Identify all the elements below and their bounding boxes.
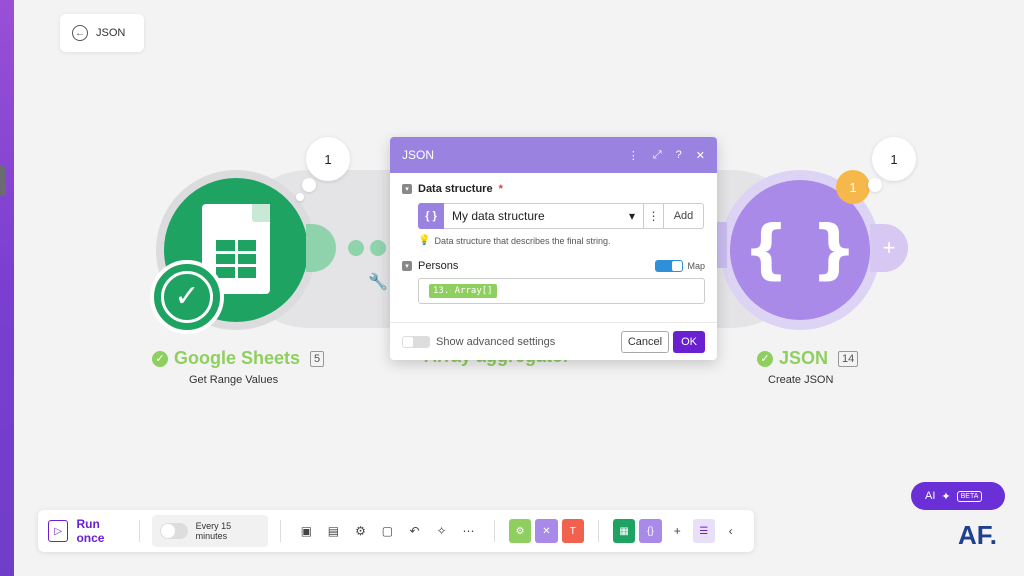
schedule-switch[interactable] [159,523,188,539]
check-circle-icon: ✓ [757,350,773,367]
connector-dot [370,240,386,256]
caret-down-icon: ▾ [628,209,635,223]
json-count: 14 [838,350,859,367]
checklist-icon[interactable]: ☰ [692,519,716,543]
bottom-toolbar: ▷ Run once Every 15 minutes ▣ ▤ ⚙ ▢ ↶ ✧ … [38,510,754,552]
tools-module-icon[interactable]: ⚙ [508,519,532,543]
sheets-title: ✓ Google Sheets 5 [152,348,325,369]
play-icon: ▷ [48,520,69,542]
json-subtitle: Create JSON [768,374,834,386]
data-structure-options-button[interactable]: ⋮ [644,203,664,229]
toolbar-divider [138,520,140,542]
map-toggle[interactable]: Map [655,260,705,272]
data-structure-hint: 💡 Data structure that describes the fina… [418,235,611,246]
collapse-icon[interactable]: ▾ [402,261,412,271]
lightbulb-icon: 💡 [418,235,431,246]
layout-icon[interactable]: ▤ [320,517,347,546]
dialog-title: JSON [402,148,435,162]
dialog-header: JSON ⋮ ⤢ ? ✕ [390,137,717,173]
plus-icon: + [882,235,896,260]
add-module-button[interactable]: + [870,224,908,272]
curly-braces-icon: { } [743,213,857,287]
toolbar-divider [598,520,599,542]
sheets-count: 5 [310,350,325,367]
spreadsheet-grid-icon [216,240,256,278]
sidebar-handle[interactable] [0,166,6,196]
map-switch[interactable] [655,260,684,272]
more-horizontal-icon[interactable]: ⋯ [455,517,482,546]
magic-wand-icon[interactable]: ✧ [428,517,455,546]
arrow-left-icon: ← [72,25,88,41]
bubble-tail [302,178,316,192]
bubble-tail [868,178,882,192]
ai-assistant-button[interactable]: AI ✦ BETA [911,482,1005,510]
undo-icon[interactable]: ↶ [401,517,428,546]
add-data-structure-button[interactable]: Add [664,203,704,229]
expand-icon[interactable]: ⤢ [653,149,662,162]
sparkle-icon: ✦ [941,490,951,503]
connector-dot [348,240,364,256]
ok-button[interactable]: OK [673,330,705,353]
more-vertical-icon[interactable]: ⋮ [628,149,639,162]
save-icon[interactable]: ▣ [293,517,320,546]
sheets-subtitle: Get Range Values [189,374,279,386]
json-icon[interactable]: {} [639,519,662,543]
text-parser-icon[interactable]: T [561,519,585,543]
advanced-settings-label: Show advanced settings [436,335,556,348]
close-icon[interactable]: ✕ [696,149,705,162]
json-title: ✓ JSON 14 [757,348,859,369]
json-warning-badge[interactable]: 1 [836,170,870,204]
curly-braces-icon: { } [418,203,444,229]
schedule-toggle[interactable]: Every 15 minutes [151,515,268,547]
note-icon[interactable]: ▢ [374,517,401,546]
chevron-left-icon[interactable]: ‹ [717,517,744,546]
json-bubble-count: 1 [890,151,898,167]
google-sheets-icon[interactable]: ▦ [612,519,636,543]
beta-badge: BETA [956,490,983,502]
toolbar-divider [279,520,281,542]
collapse-icon[interactable]: ▾ [402,184,412,194]
bubble-tail [296,193,304,201]
wrench-icon[interactable]: 🔧 [368,272,388,292]
persons-input[interactable]: 13. Array[] [418,278,705,304]
run-once-button[interactable]: ▷ Run once [48,517,127,545]
mapped-value-pill[interactable]: 13. Array[] [429,284,497,298]
json-settings-dialog: JSON ⋮ ⤢ ? ✕ ▾ Data structure * { } My da… [390,137,717,360]
persons-label: ▾ Persons [402,260,458,272]
plus-icon[interactable]: + [664,517,691,546]
json-run-bubble[interactable]: 1 [872,137,916,181]
back-button[interactable]: ← JSON [60,14,144,52]
help-icon[interactable]: ? [676,149,682,162]
toolbar-divider [494,520,495,542]
schedule-clock-icon[interactable]: ✓ [150,260,224,334]
advanced-settings-toggle[interactable] [402,335,430,348]
sheets-bubble-count: 1 [324,151,332,167]
flow-control-icon[interactable]: ✕ [535,519,558,543]
data-structure-label: ▾ Data structure * [402,183,705,195]
data-structure-select[interactable]: My data structure ▾ [444,203,644,229]
cancel-button[interactable]: Cancel [620,330,670,353]
left-edge-strip [0,0,14,576]
check-circle-icon: ✓ [152,350,168,367]
gear-icon[interactable]: ⚙ [347,517,374,546]
sheets-run-bubble[interactable]: 1 [306,137,350,181]
back-label: JSON [96,27,126,39]
brand-logo: AF. [958,520,997,550]
